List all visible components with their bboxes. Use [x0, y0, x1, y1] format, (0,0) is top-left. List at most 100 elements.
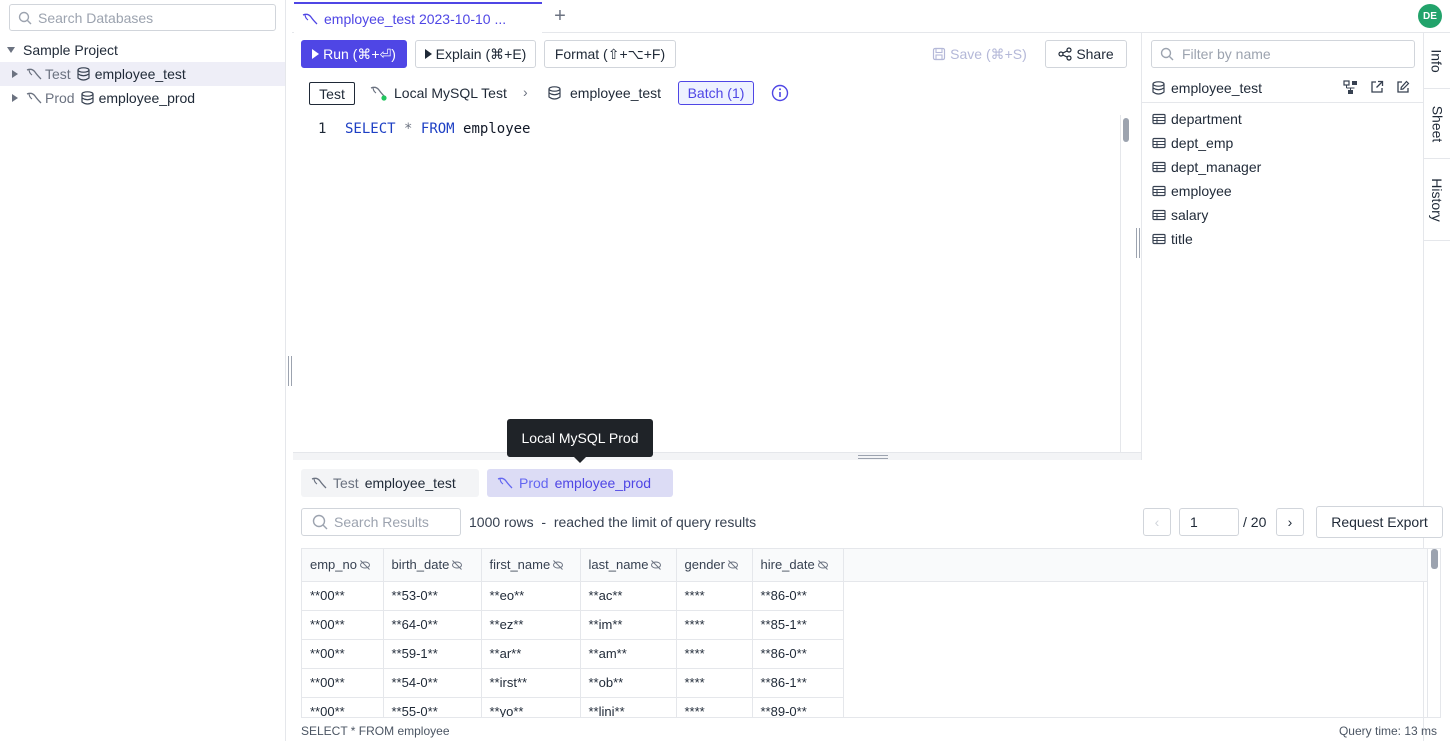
scrollbar-thumb[interactable] [1431, 549, 1438, 569]
table-cell[interactable]: **** [676, 668, 753, 698]
table-item[interactable]: salary [1152, 204, 1208, 226]
external-link-icon[interactable] [1370, 80, 1384, 94]
next-page-button[interactable]: › [1276, 508, 1304, 536]
table-cell[interactable]: **** [676, 581, 753, 611]
editor-scrollbar[interactable] [1120, 115, 1130, 453]
tab-sheet-active[interactable]: employee_test 2023-10-10 ... [294, 2, 542, 33]
schema-panel: employee_test department dept_emp dept_m… [1141, 33, 1424, 460]
table-cell[interactable]: **59-1** [383, 639, 482, 669]
scrollbar-thumb[interactable] [1123, 118, 1129, 142]
table-item[interactable]: department [1152, 108, 1242, 130]
add-tab-button[interactable]: + [550, 6, 570, 26]
table-cell[interactable]: **00** [302, 639, 384, 669]
sidebar-item-employee-prod[interactable]: Prod employee_prod [0, 86, 285, 110]
sidebar-resize-handle[interactable] [288, 356, 292, 386]
table-cell[interactable]: **89-0** [752, 697, 844, 717]
results-search-input[interactable] [334, 514, 454, 530]
column-header[interactable]: birth_date [383, 549, 482, 582]
page-number-input[interactable] [1179, 508, 1239, 536]
schema-panel-resize-handle[interactable] [1136, 228, 1140, 258]
chevron-right-icon[interactable] [12, 94, 18, 102]
table-row[interactable]: **00** **64-0** **ez** **im** **** **85-… [302, 610, 1440, 640]
table-cell[interactable]: **00** [302, 581, 384, 611]
table-item[interactable]: title [1152, 228, 1193, 250]
environment-badge[interactable]: Test [309, 82, 355, 105]
table-cell[interactable]: **00** [302, 610, 384, 640]
table-cell[interactable]: **yo** [481, 697, 581, 717]
column-header[interactable]: gender [676, 549, 753, 582]
table-cell[interactable]: **** [676, 697, 753, 717]
instance-selector[interactable]: Local MySQL Test [370, 85, 507, 101]
table-cell[interactable]: **86-1** [752, 668, 844, 698]
column-header[interactable]: emp_no [302, 549, 384, 582]
share-button[interactable]: Share [1045, 40, 1127, 68]
result-tab-test[interactable]: Test employee_test [301, 469, 479, 497]
table-cell[interactable]: **** [676, 610, 753, 640]
table-cell[interactable]: **im** [580, 610, 677, 640]
table-item[interactable]: employee [1152, 180, 1232, 202]
table-item[interactable]: dept_emp [1152, 132, 1233, 154]
table-cell[interactable]: **ez** [481, 610, 581, 640]
save-button[interactable]: Save (⌘+S) [922, 40, 1037, 68]
table-cell[interactable]: **54-0** [383, 668, 482, 698]
table-row[interactable]: **00** **54-0** **irst** **ob** **** **8… [302, 668, 1440, 698]
tab-info[interactable]: Info [1424, 33, 1450, 89]
masked-eye-icon [817, 559, 829, 571]
table-cell[interactable]: **irst** [481, 668, 581, 698]
tooltip-arrow [574, 457, 586, 463]
table-cell[interactable]: **86-0** [752, 639, 844, 669]
table-cell[interactable]: **64-0** [383, 610, 482, 640]
column-header[interactable]: hire_date [752, 549, 844, 582]
table-row[interactable]: **00** **59-1** **ar** **am** **** **86-… [302, 639, 1440, 669]
info-icon[interactable] [771, 84, 789, 102]
sql-code-line[interactable]: SELECT * FROM employee [345, 121, 530, 137]
status-query-time: Query time: 13 ms [1338, 724, 1437, 738]
database-selector[interactable]: employee_test [548, 85, 661, 101]
filter-tables[interactable] [1151, 40, 1415, 68]
database-search[interactable] [9, 4, 276, 31]
table-cell[interactable]: **ob** [580, 668, 677, 698]
schema-diagram-icon[interactable] [1343, 80, 1358, 95]
avatar[interactable]: DE [1418, 4, 1442, 28]
sql-keyword: SELECT [345, 121, 396, 137]
chevron-right-icon[interactable] [12, 70, 18, 78]
table-cell[interactable]: **55-0** [383, 697, 482, 717]
edit-icon[interactable] [1396, 80, 1410, 94]
format-button[interactable]: Format (⇧+⌥+F) [544, 40, 676, 68]
batch-query-button[interactable]: Batch (1) [678, 81, 754, 105]
result-tab-prod[interactable]: Prod employee_prod [487, 469, 673, 497]
table-cell[interactable]: **86-0** [752, 581, 844, 611]
database-search-input[interactable] [38, 9, 258, 26]
table-cell[interactable]: **lini** [580, 697, 677, 717]
table-item[interactable]: dept_manager [1152, 156, 1261, 178]
column-name: birth_date [391, 557, 450, 573]
tab-history[interactable]: History [1424, 159, 1450, 241]
masked-eye-icon [451, 559, 463, 571]
sql-editor[interactable]: 1 SELECT * FROM employee [293, 112, 1121, 452]
prev-page-button[interactable]: ‹ [1143, 508, 1171, 536]
table-icon [1152, 161, 1166, 173]
sidebar-item-employee-test[interactable]: Test employee_test [0, 62, 285, 86]
run-button[interactable]: Run (⌘+⏎) [301, 40, 407, 68]
results-search[interactable] [301, 508, 461, 536]
results-scrollbar[interactable] [1427, 549, 1440, 717]
filter-input[interactable] [1182, 46, 1392, 62]
table-cell[interactable]: **ar** [481, 639, 581, 669]
request-export-button[interactable]: Request Export [1316, 506, 1443, 538]
table-cell[interactable]: **00** [302, 697, 384, 717]
explain-button[interactable]: Explain (⌘+E) [415, 40, 536, 68]
table-cell[interactable]: **eo** [481, 581, 581, 611]
column-header[interactable]: first_name [481, 549, 581, 582]
table-cell[interactable]: **ac** [580, 581, 677, 611]
table-cell[interactable]: **** [676, 639, 753, 669]
table-cell[interactable]: **00** [302, 668, 384, 698]
table-row[interactable]: **00** **53-0** **eo** **ac** **** **86-… [302, 581, 1440, 611]
project-node[interactable]: Sample Project [0, 38, 285, 62]
table-cell[interactable]: **53-0** [383, 581, 482, 611]
table-cell[interactable]: **am** [580, 639, 677, 669]
chevron-down-icon[interactable] [7, 47, 15, 53]
table-row[interactable]: **00** **55-0** **yo** **lini** **** **8… [302, 697, 1440, 717]
column-header[interactable]: last_name [580, 549, 677, 582]
tab-sheet[interactable]: Sheet [1424, 89, 1450, 159]
table-cell[interactable]: **85-1** [752, 610, 844, 640]
